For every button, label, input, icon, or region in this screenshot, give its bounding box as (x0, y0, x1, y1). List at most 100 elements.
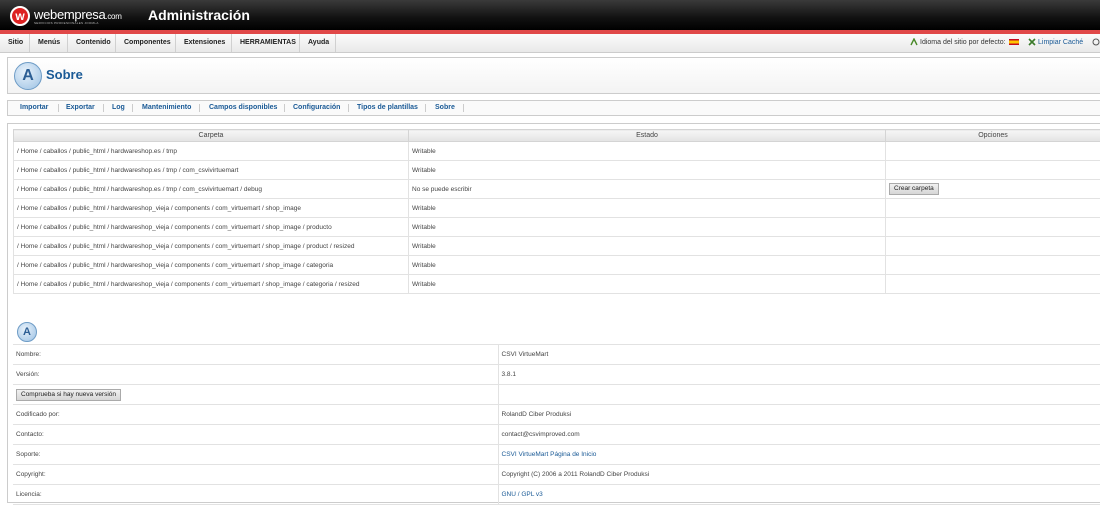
menu-componentes[interactable]: Componentes (116, 34, 176, 52)
info-row-check-version: Comprueba si hay nueva versión (13, 385, 1100, 405)
info-row-nombre: Nombre: CSVI VirtueMart (13, 345, 1100, 365)
column-header-opciones: Opciones (886, 130, 1100, 142)
license-link[interactable]: GNU / GPL v3 (502, 491, 543, 498)
csvi-logo-icon: A (14, 62, 42, 90)
folder-status: No se puede escribir (409, 180, 886, 199)
webempresa-logo-icon[interactable]: w (10, 6, 30, 26)
column-header-carpeta: Carpeta (14, 130, 409, 142)
page-header: A Sobre (7, 57, 1100, 94)
subnav-separator (199, 104, 200, 112)
table-row: / Home / caballos / public_html / hardwa… (14, 237, 1100, 256)
check-version-cell: Comprueba si hay nueva versión (13, 385, 498, 405)
subnav-importar[interactable]: Importar (20, 101, 48, 115)
brand-domain: .com (105, 12, 121, 21)
subnav-configuracion[interactable]: Configuración (293, 101, 340, 115)
folder-option (886, 256, 1100, 275)
language-icon (910, 38, 918, 46)
folder-path: / Home / caballos / public_html / hardwa… (14, 275, 409, 294)
copyright-value: Copyright (C) 2006 a 2011 RolandD Ciber … (498, 465, 1100, 485)
table-row: / Home / caballos / public_html / hardwa… (14, 161, 1100, 180)
menu-sitio[interactable]: Sitio (0, 34, 30, 52)
menu-contenido[interactable]: Contenido (68, 34, 116, 52)
folder-path: / Home / caballos / public_html / hardwa… (14, 218, 409, 237)
menu-herramientas[interactable]: HERRAMIENTAS (232, 34, 300, 52)
folders-table: Carpeta Estado Opciones / Home / caballo… (13, 129, 1100, 294)
folder-option (886, 161, 1100, 180)
info-row-contacto: Contacto: contact@csvimproved.com (13, 425, 1100, 445)
subnav-tipos-de-plantillas[interactable]: Tipos de plantillas (357, 101, 418, 115)
admin-title: Administración (148, 7, 250, 23)
spain-flag-icon (1009, 39, 1019, 45)
table-row: / Home / caballos / public_html / hardwa… (14, 142, 1100, 161)
folder-path: / Home / caballos / public_html / hardwa… (14, 199, 409, 218)
folder-status: Writable (409, 199, 886, 218)
licencia-label: Licencia: (13, 485, 498, 505)
subnav-separator (103, 104, 104, 112)
main-content: Carpeta Estado Opciones / Home / caballo… (7, 123, 1100, 503)
clear-cache-link[interactable]: Limpiar Caché (1028, 34, 1083, 52)
folder-option (886, 142, 1100, 161)
folder-option: Crear carpeta (886, 180, 1100, 199)
table-row: / Home / caballos / public_html / hardwa… (14, 218, 1100, 237)
clear-cache-icon (1028, 38, 1036, 46)
subnav-sobre[interactable]: Sobre (435, 101, 455, 115)
header-bar: w webempresa.com SERVICIOS PROFESIONALES… (0, 0, 1100, 30)
folder-status: Writable (409, 218, 886, 237)
copyright-label: Copyright: (13, 465, 498, 485)
brand-logo[interactable]: webempresa.com (34, 7, 122, 22)
create-folder-button[interactable]: Crear carpeta (889, 183, 939, 195)
version-label: Versión: (13, 365, 498, 385)
folder-path: / Home / caballos / public_html / hardwa… (14, 161, 409, 180)
brand-name: webempresa (34, 7, 105, 22)
contacto-label: Contacto: (13, 425, 498, 445)
folder-status: Writable (409, 237, 886, 256)
menu-ayuda[interactable]: Ayuda (300, 34, 336, 52)
brand-tagline: SERVICIOS PROFESIONALES JOOMLA (34, 21, 99, 25)
folder-status: Writable (409, 256, 886, 275)
subnav-separator (284, 104, 285, 112)
support-link[interactable]: CSVI VirtueMart Página de Inicio (502, 451, 597, 458)
subnav-exportar[interactable]: Exportar (66, 101, 95, 115)
subnav-separator (132, 104, 133, 112)
menu-extensiones[interactable]: Extensiones (176, 34, 232, 52)
column-header-estado: Estado (409, 130, 886, 142)
subnav-campos-disponibles[interactable]: Campos disponibles (209, 101, 277, 115)
folder-path: / Home / caballos / public_html / hardwa… (14, 256, 409, 275)
language-label: Idioma del sitio por defecto: (920, 39, 1006, 46)
codificado-value: RolandD Ciber Produksi (498, 405, 1100, 425)
main-menu: Sitio Menús Contenido Componentes Extens… (0, 34, 1100, 53)
nombre-value: CSVI VirtueMart (498, 345, 1100, 365)
folder-option (886, 275, 1100, 294)
table-row: / Home / caballos / public_html / hardwa… (14, 180, 1100, 199)
table-row: / Home / caballos / public_html / hardwa… (14, 256, 1100, 275)
info-row-soporte: Soporte: CSVI VirtueMart Página de Inici… (13, 445, 1100, 465)
subnav-separator (58, 104, 59, 112)
folder-status: Writable (409, 142, 886, 161)
language-indicator: Idioma del sitio por defecto: (910, 34, 1019, 52)
soporte-cell: CSVI VirtueMart Página de Inicio (498, 445, 1100, 465)
subnav-log[interactable]: Log (112, 101, 125, 115)
nombre-label: Nombre: (13, 345, 498, 365)
folder-option (886, 237, 1100, 256)
sub-navigation: Importar Exportar Log Mantenimiento Camp… (7, 100, 1100, 116)
about-info-table: Nombre: CSVI VirtueMart Versión: 3.8.1 C… (13, 344, 1100, 505)
version-value: 3.8.1 (498, 365, 1100, 385)
folder-path: / Home / caballos / public_html / hardwa… (14, 180, 409, 199)
info-row-licencia: Licencia: GNU / GPL v3 (13, 485, 1100, 505)
table-row: / Home / caballos / public_html / hardwa… (14, 275, 1100, 294)
subnav-separator (463, 104, 464, 112)
page-title: Sobre (46, 67, 83, 82)
menu-menus[interactable]: Menús (30, 34, 68, 52)
subnav-separator (348, 104, 349, 112)
info-row-copyright: Copyright: Copyright (C) 2006 a 2011 Rol… (13, 465, 1100, 485)
table-row: / Home / caballos / public_html / hardwa… (14, 199, 1100, 218)
folder-status: Writable (409, 161, 886, 180)
logout-icon[interactable] (1092, 34, 1100, 52)
clear-cache-label: Limpiar Caché (1038, 39, 1083, 46)
codificado-label: Codificado por: (13, 405, 498, 425)
check-version-button[interactable]: Comprueba si hay nueva versión (16, 389, 121, 401)
info-row-version: Versión: 3.8.1 (13, 365, 1100, 385)
contacto-value: contact@csvimproved.com (498, 425, 1100, 445)
subnav-mantenimiento[interactable]: Mantenimiento (142, 101, 191, 115)
info-row-codificado: Codificado por: RolandD Ciber Produksi (13, 405, 1100, 425)
